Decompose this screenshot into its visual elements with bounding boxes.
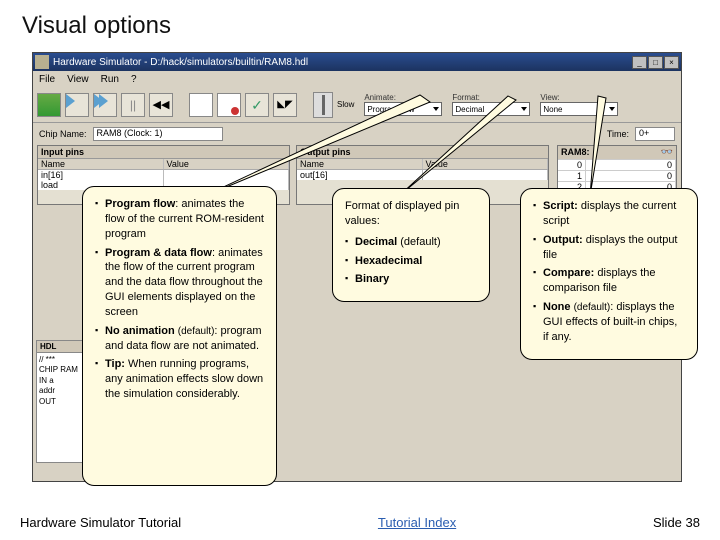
chevron-down-icon — [521, 107, 527, 111]
speed-slider[interactable] — [313, 92, 333, 118]
eval-icon[interactable]: ✓ — [245, 93, 269, 117]
window-title: Hardware Simulator - D:/hack/simulators/… — [53, 57, 632, 68]
slide-number: Slide 38 — [653, 515, 700, 530]
step-icon[interactable] — [65, 93, 89, 117]
view-label: View: — [540, 93, 618, 102]
close-button[interactable]: × — [664, 56, 679, 69]
time-label: Time: — [607, 129, 629, 139]
chevron-down-icon — [433, 107, 439, 111]
table-row[interactable]: in[16] — [38, 170, 289, 180]
breakpoint-icon[interactable] — [217, 93, 241, 117]
animate-label: Animate: — [364, 93, 442, 102]
tutorial-index-link[interactable]: Tutorial Index — [378, 515, 456, 530]
minimize-button[interactable]: _ — [632, 56, 647, 69]
hdl-pane: HDL // *** CHIP RAM IN a addr OUT — [36, 340, 86, 463]
animate-select[interactable]: Program flow — [364, 102, 442, 116]
script-icon[interactable] — [189, 93, 213, 117]
pause-icon[interactable]: || — [121, 93, 145, 117]
chip-icon[interactable] — [37, 93, 61, 117]
maximize-button[interactable]: □ — [648, 56, 663, 69]
menu-run[interactable]: Run — [101, 74, 119, 85]
table-row[interactable]: 10 — [558, 170, 676, 181]
menu-help[interactable]: ? — [131, 74, 137, 85]
view-select[interactable]: None — [540, 102, 618, 116]
format-label: Format: — [452, 93, 530, 102]
format-select[interactable]: Decimal — [452, 102, 530, 116]
menu-file[interactable]: File — [39, 74, 55, 85]
titlebar: Hardware Simulator - D:/hack/simulators/… — [33, 53, 681, 71]
slide-title: Visual options — [0, 0, 720, 48]
format-selector-group: Format: Decimal — [452, 93, 530, 116]
time-field: 0+ — [635, 127, 675, 141]
run-icon[interactable] — [93, 93, 117, 117]
toolbar: || ◀◀ ✓ ◣◤ Slow Animate: Program flow Fo… — [33, 87, 681, 123]
callout-animate: Program flow: animates the flow of the c… — [82, 186, 277, 486]
chevron-down-icon — [609, 107, 615, 111]
chipname-field[interactable]: RAM8 (Clock: 1) — [93, 127, 223, 141]
callout-format: Format of displayed pin values: Decimal … — [332, 188, 490, 302]
view-selector-group: View: None — [540, 93, 618, 116]
chipname-label: Chip Name: — [39, 129, 87, 139]
footer-left: Hardware Simulator Tutorial — [20, 515, 181, 530]
table-row[interactable]: 00 — [558, 159, 676, 170]
menubar: File View Run ? — [33, 71, 681, 87]
window-buttons: _ □ × — [632, 56, 679, 69]
callout-view: Script: displays the current script Outp… — [520, 188, 698, 360]
app-icon — [35, 55, 49, 69]
slow-label: Slow — [337, 100, 354, 109]
menu-view[interactable]: View — [67, 74, 89, 85]
footer: Hardware Simulator Tutorial Tutorial Ind… — [20, 515, 700, 530]
table-row[interactable]: out[16] — [297, 170, 548, 180]
binoculars-icon[interactable]: 👓 — [661, 147, 673, 158]
chipbar: Chip Name: RAM8 (Clock: 1) Time: 0+ — [33, 123, 681, 145]
rewind-icon[interactable]: ◀◀ — [149, 93, 173, 117]
animate-selector-group: Animate: Program flow — [364, 93, 442, 116]
tick-icon[interactable]: ◣◤ — [273, 93, 297, 117]
